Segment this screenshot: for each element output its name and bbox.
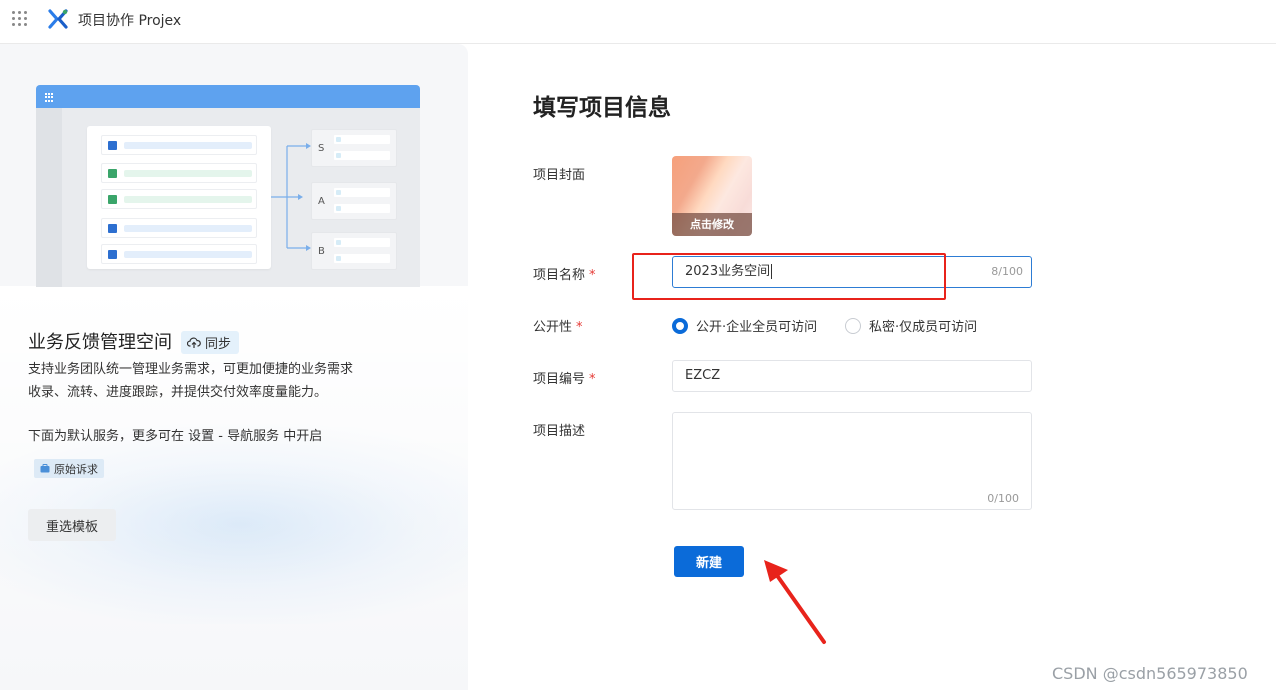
edit-cover-button[interactable]: 点击修改 [672,213,752,236]
code-label-text: 项目编号 [533,372,586,387]
branch-label: S [318,143,325,154]
template-description-line: 支持业务团队统一管理业务需求，可更加便捷的业务需求 [28,362,354,377]
illustration-header-bar [36,85,420,108]
illustration-branch-a: A [311,182,397,220]
highlight-box-annotation [632,253,946,300]
visibility-option-public[interactable]: 公开·企业全员可访问 [672,316,817,335]
cover-label: 项目封面 [533,164,585,183]
briefcase-icon [40,464,50,473]
top-bar: 项目协作 Projex [0,0,1276,44]
name-label: 项目名称 * [533,264,596,283]
project-code-value: EZCZ [685,368,721,383]
visibility-option-label: 公开·企业全员可访问 [696,320,818,335]
app-title: 项目协作 Projex [78,13,182,29]
cover-image[interactable]: 点击修改 [672,156,752,236]
code-label: 项目编号 * [533,368,596,387]
cover-label-text: 项目封面 [533,168,586,183]
description-label-text: 项目描述 [533,424,586,439]
name-label-text: 项目名称 [533,268,586,283]
sync-badge[interactable]: 同步 [181,331,240,354]
illustration-row [101,135,257,155]
illustration-list-card [87,126,271,269]
illustration-sidebar [36,108,62,287]
reselect-template-button[interactable]: 重选模板 [28,509,116,541]
illustration-row [101,244,257,264]
illustration-branch-b: B [311,232,397,270]
projex-logo-icon [48,9,68,29]
red-arrow-annotation [764,560,826,644]
service-tag: 原始诉求 [34,459,104,478]
form-title: 填写项目信息 [533,95,671,121]
description-char-counter: 0/100 [987,492,1019,505]
radio-unchecked-icon[interactable] [845,317,861,334]
watermark: CSDN @csdn565973850 [1052,664,1248,683]
sync-label: 同步 [205,337,232,352]
project-description-textarea[interactable]: 0/100 [672,412,1032,510]
template-title: 业务反馈管理空间 [28,332,172,353]
visibility-label: 公开性 * [533,316,583,335]
illustration-grid-icon [45,93,54,102]
visibility-option-label: 私密·仅成员可访问 [869,320,978,335]
create-project-button[interactable]: 新建 [674,546,744,577]
template-illustration: S A B [36,85,420,287]
project-code-input[interactable]: EZCZ [672,360,1032,392]
visibility-label-text: 公开性 [533,320,573,335]
illustration-row [101,189,257,209]
required-mark: * [589,268,596,283]
required-mark: * [576,320,583,335]
illustration-branch-s: S [311,129,397,167]
name-char-counter: 8/100 [991,265,1023,278]
required-mark: * [589,372,596,387]
apps-grid-icon[interactable] [12,11,28,27]
template-description-line: 收录、流转、进度跟踪，并提供交付效率度量能力。 [28,385,328,400]
visibility-option-private[interactable]: 私密·仅成员可访问 [845,316,977,335]
branch-label: A [318,196,325,207]
service-tag-label: 原始诉求 [54,462,98,476]
illustration-row [101,163,257,183]
services-note: 下面为默认服务，更多可在 设置 - 导航服务 中开启 [28,429,323,444]
illustration-flow-arrows [271,143,311,251]
illustration-row [101,218,257,238]
cloud-sync-icon [187,337,201,348]
radio-checked-icon[interactable] [672,317,688,334]
description-label: 项目描述 [533,420,585,439]
branch-label: B [318,246,325,257]
